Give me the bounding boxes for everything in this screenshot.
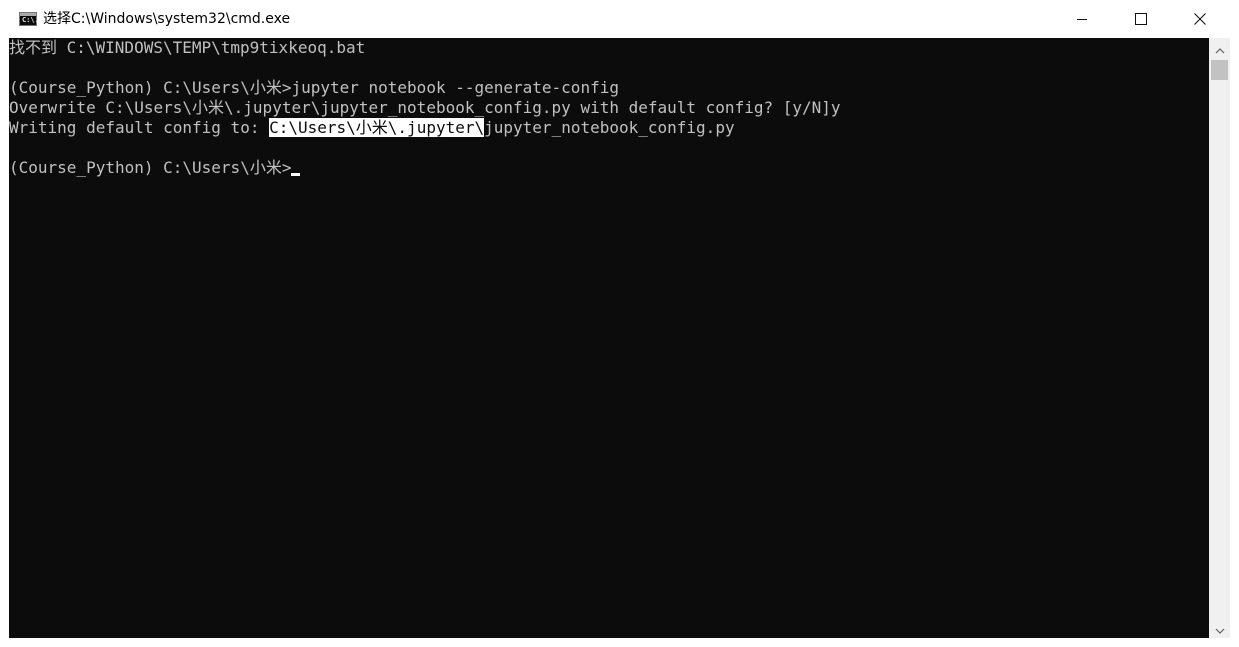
window-frame-right <box>1230 38 1239 647</box>
console-line: Writing default config to: C:\Users\小米\.… <box>9 118 735 138</box>
vertical-scrollbar[interactable] <box>1209 38 1230 638</box>
minimize-icon <box>1076 13 1088 25</box>
console-prompt-line: (Course_Python) C:\Users\小米> <box>9 158 301 178</box>
maximize-icon <box>1135 13 1147 25</box>
window-title: 选择C:\Windows\system32\cmd.exe <box>43 11 291 27</box>
console-text: Writing default config to: <box>9 118 270 137</box>
text-selection[interactable]: C:\Users\小米\.jupyter\ <box>269 118 485 137</box>
console-text: jupyter_notebook_config.py <box>484 118 735 137</box>
cmd-icon[interactable]: C:\. <box>19 12 39 26</box>
maximize-button[interactable] <box>1112 0 1170 38</box>
minimize-button[interactable] <box>1053 0 1111 38</box>
text-cursor <box>291 173 301 176</box>
scroll-thumb[interactable] <box>1211 60 1228 80</box>
title-bar[interactable]: C:\. 选择C:\Windows\system32\cmd.exe <box>0 0 1239 38</box>
prompt: (Course_Python) C:\Users\小米> <box>9 158 292 177</box>
chevron-down-icon <box>1215 619 1225 638</box>
console-line: 找不到 C:\WINDOWS\TEMP\tmp9tixkeoq.bat <box>9 38 366 57</box>
window-frame-bottom <box>0 638 1239 647</box>
scroll-down-button[interactable] <box>1209 618 1230 638</box>
console-line: Overwrite C:\Users\小米\.jupyter\jupyter_n… <box>9 98 841 117</box>
close-button[interactable] <box>1171 0 1229 38</box>
console-output[interactable]: 找不到 C:\WINDOWS\TEMP\tmp9tixkeoq.bat (Cou… <box>9 38 1209 638</box>
cmd-icon-label: C:\. <box>22 16 39 24</box>
cmd-window: C:\. 选择C:\Windows\system32\cmd.exe 找不到 C… <box>0 0 1239 647</box>
scroll-up-button[interactable] <box>1209 38 1230 58</box>
close-icon <box>1194 13 1206 25</box>
chevron-up-icon <box>1215 39 1225 58</box>
console-line: (Course_Python) C:\Users\小米>jupyter note… <box>9 78 619 97</box>
